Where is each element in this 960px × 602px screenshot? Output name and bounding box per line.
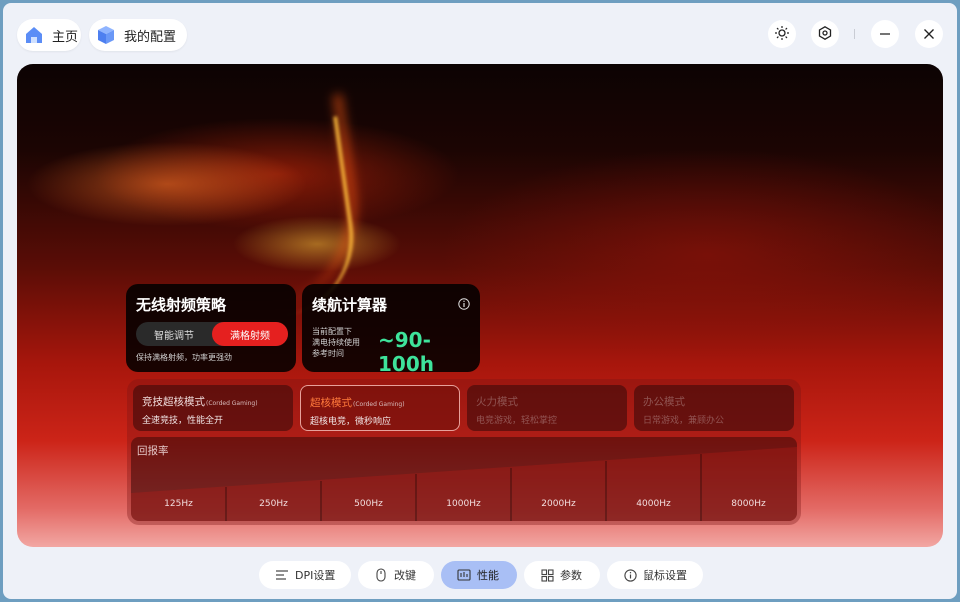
info-icon[interactable] [458, 295, 470, 314]
polling-option-4000[interactable]: 4000Hz [606, 499, 701, 509]
nav-label: 鼠标设置 [643, 569, 687, 582]
my-config-button[interactable]: 我的配置 [89, 19, 187, 51]
wireless-note: 保持满格射频，功率更强劲 [136, 353, 232, 362]
nav-label: 参数 [560, 569, 582, 582]
battery-value: ~90-100h [378, 328, 434, 376]
wireless-toggle: 智能调节 满格射频 [136, 322, 288, 346]
performance-icon [457, 568, 471, 582]
polling-option-8000[interactable]: 8000Hz [701, 499, 796, 509]
battery-line-1: 当前配置下 [312, 327, 352, 336]
nav-label: 性能 [477, 569, 499, 582]
wireless-option-smart[interactable]: 智能调节 [136, 322, 212, 346]
config-label: 我的配置 [124, 29, 177, 45]
divider [854, 29, 855, 39]
mode-panel: 竞技超核模式(Corded Gaming) 全速竞技，性能全开 超核模式(Cor… [127, 379, 801, 525]
mode-title: 火力模式 [476, 396, 518, 408]
mode-tag: (Corded Gaming) [353, 401, 405, 408]
mode-title: 办公模式 [643, 396, 685, 408]
nav-performance[interactable]: 性能 [441, 561, 517, 589]
dpi-icon [275, 568, 289, 582]
mode-tag: (Corded Gaming) [206, 400, 258, 407]
mouse-icon [374, 568, 388, 582]
mode-desc: 电竞游戏，轻松掌控 [476, 416, 558, 426]
mode-desc: 超核电竞，微秒响应 [310, 417, 392, 427]
polling-option-2000[interactable]: 2000Hz [511, 499, 606, 509]
polling-option-1000[interactable]: 1000Hz [416, 499, 511, 509]
mode-desc: 全速竞技，性能全开 [142, 416, 224, 426]
info-icon [623, 568, 637, 582]
nav-dpi[interactable]: DPI设置 [259, 561, 351, 589]
home-label: 主页 [52, 29, 79, 45]
battery-line-2: 满电持续使用 [312, 338, 360, 347]
sun-icon [775, 25, 789, 44]
settings-button[interactable] [811, 20, 839, 48]
nav-params[interactable]: 参数 [524, 561, 600, 589]
close-icon [923, 25, 935, 44]
cube-icon [96, 25, 116, 45]
home-icon [24, 25, 44, 45]
polling-option-125[interactable]: 125Hz [131, 499, 226, 509]
app-window: 主页 我的配置 无线射频策略 智能调节 满格射频 保持满格射频，功率更强劲 续航… [3, 3, 957, 599]
wireless-card: 无线射频策略 智能调节 满格射频 保持满格射频，功率更强劲 [126, 284, 296, 372]
polling-rate-panel: 回报率 125Hz 250Hz 500Hz 1000Hz 2000Hz 4000… [131, 437, 797, 521]
nav-label: DPI设置 [295, 569, 336, 582]
home-button[interactable]: 主页 [17, 19, 81, 51]
minimize-button[interactable] [871, 20, 899, 48]
mode-desc: 日常游戏，兼顾办公 [643, 416, 725, 426]
hex-settings-icon [818, 25, 832, 44]
wireless-option-full[interactable]: 满格射频 [212, 322, 288, 346]
nav-keybind[interactable]: 改键 [358, 561, 434, 589]
theme-button[interactable] [768, 20, 796, 48]
mode-card-competitive[interactable]: 竞技超核模式(Corded Gaming) 全速竞技，性能全开 [133, 385, 293, 431]
mode-title: 竞技超核模式 [142, 396, 205, 408]
mode-card-hypercore[interactable]: 超核模式(Corded Gaming) 超核电竞，微秒响应 [300, 385, 460, 431]
battery-title: 续航计算器 [312, 296, 388, 314]
close-button[interactable] [915, 20, 943, 48]
polling-option-500[interactable]: 500Hz [321, 499, 416, 509]
mode-title: 超核模式 [310, 397, 352, 409]
performance-hero: 无线射频策略 智能调节 满格射频 保持满格射频，功率更强劲 续航计算器 当前配置… [17, 64, 943, 547]
nav-mouse-settings[interactable]: 鼠标设置 [607, 561, 703, 589]
polling-option-250[interactable]: 250Hz [226, 499, 321, 509]
nav-label: 改键 [394, 569, 416, 582]
battery-line-3: 参考时间 [312, 349, 344, 358]
battery-card: 续航计算器 当前配置下 满电持续使用 参考时间 ~90-100h [302, 284, 480, 376]
wireless-title: 无线射频策略 [136, 296, 227, 314]
mode-card-firepower[interactable]: 火力模式 电竞游戏，轻松掌控 [467, 385, 627, 431]
minimize-icon [879, 25, 891, 44]
grid-icon [540, 568, 554, 582]
mode-card-office[interactable]: 办公模式 日常游戏，兼顾办公 [634, 385, 794, 431]
